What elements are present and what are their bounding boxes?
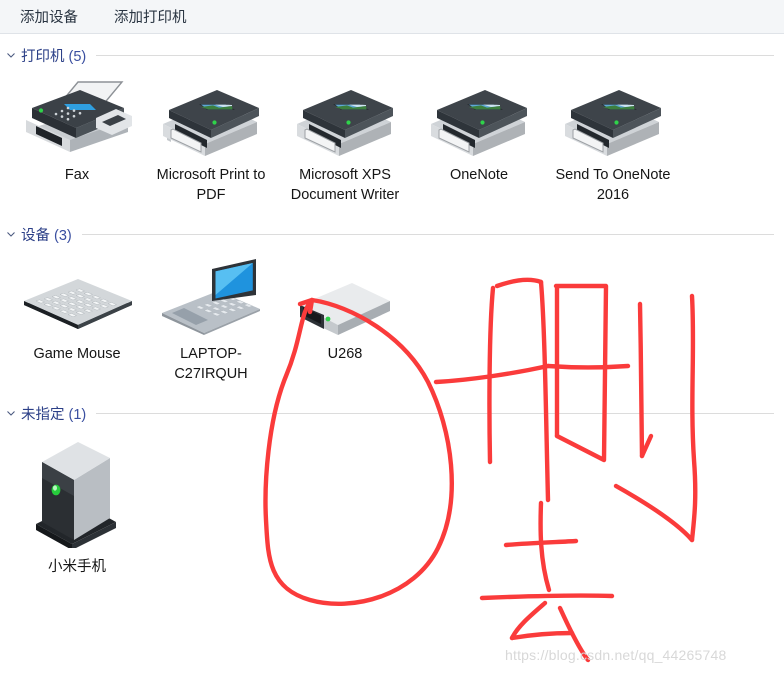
section-title-text: 打印机 <box>21 48 65 65</box>
section-count: (1) <box>68 406 87 423</box>
chevron-down-icon[interactable] <box>4 406 18 420</box>
section-title-unspecified: 未指定 (1) <box>21 403 86 424</box>
device-item-game-mouse[interactable]: Game Mouse <box>10 247 144 364</box>
annotation-char2-stroke-5 <box>509 630 575 641</box>
section-title-printers: 打印机 (5) <box>21 45 86 66</box>
annotation-char2-stroke-4 <box>509 600 548 641</box>
device-label: Game Mouse <box>33 346 121 362</box>
printer-icon <box>155 78 267 156</box>
device-label: Send To OneNote 2016 <box>555 167 671 203</box>
device-label: Fax <box>64 167 90 183</box>
device-item-xps-writer[interactable]: Microsoft XPS Document Writer <box>278 68 412 205</box>
fax-icon <box>18 78 136 156</box>
device-item-onenote[interactable]: OneNote <box>412 68 546 185</box>
annotation-char2-stroke-6 <box>557 605 591 663</box>
section-count: (3) <box>54 227 72 244</box>
device-label: 小米手机 <box>48 559 106 575</box>
add-printer-button[interactable]: 添加打印机 <box>102 2 199 31</box>
device-item-laptop[interactable]: LAPTOP-C27IRQUH <box>144 247 278 384</box>
section-divider <box>81 233 774 235</box>
printer-icon <box>289 78 401 156</box>
add-device-button[interactable]: 添加设备 <box>8 2 90 31</box>
usb-drive-icon <box>290 257 400 335</box>
chevron-down-icon[interactable] <box>4 227 18 241</box>
device-item-print-to-pdf[interactable]: Microsoft Print to PDF <box>144 68 278 205</box>
annotation-char2-stroke-3 <box>479 593 615 601</box>
unspecified-items: 小米手机 <box>0 426 784 577</box>
section-header-unspecified[interactable]: 未指定 (1) <box>0 400 784 426</box>
device-item-u268[interactable]: U268 <box>278 247 412 364</box>
printer-items: Fax Microsoft Print to PDF Microsoft XPS… <box>0 68 784 205</box>
device-item-fax[interactable]: Fax <box>10 68 144 185</box>
section-title-devices: 设备 (3) <box>21 224 72 245</box>
section-count: (5) <box>68 48 87 65</box>
section-header-devices[interactable]: 设备 (3) <box>0 221 784 247</box>
device-item-send-to-onenote[interactable]: Send To OneNote 2016 <box>546 68 680 205</box>
device-label: LAPTOP-C27IRQUH <box>174 346 248 382</box>
laptop-icon <box>156 257 266 335</box>
printer-icon <box>423 78 535 156</box>
section-printers: 打印机 (5) Fax Microsoft Print to PDF Micro… <box>0 42 784 205</box>
device-items: Game Mouse LAPTOP-C27IRQUH U268 <box>0 247 784 384</box>
device-label: Microsoft XPS Document Writer <box>290 167 400 203</box>
chevron-down-icon[interactable] <box>4 48 18 62</box>
section-title-text: 未指定 <box>21 406 65 423</box>
section-devices: 设备 (3) Game Mouse LAPTOP-C27IRQUH U268 <box>0 221 784 384</box>
section-title-text: 设备 <box>21 227 50 244</box>
section-divider <box>96 54 774 56</box>
section-header-printers[interactable]: 打印机 (5) <box>0 42 784 68</box>
device-label: Microsoft Print to PDF <box>156 167 266 203</box>
generic-device-icon <box>22 436 132 548</box>
keyboard-icon <box>16 257 138 335</box>
section-divider <box>96 412 774 414</box>
printer-icon <box>557 78 669 156</box>
device-label: OneNote <box>449 167 509 183</box>
device-item-xiaomi-phone[interactable]: 小米手机 <box>10 426 144 577</box>
watermark-text: https://blog.csdn.net/qq_44265748 <box>505 647 727 663</box>
toolbar: 添加设备 添加打印机 <box>0 0 784 34</box>
section-unspecified: 未指定 (1) 小米手机 <box>0 400 784 577</box>
device-label: U268 <box>327 346 363 362</box>
